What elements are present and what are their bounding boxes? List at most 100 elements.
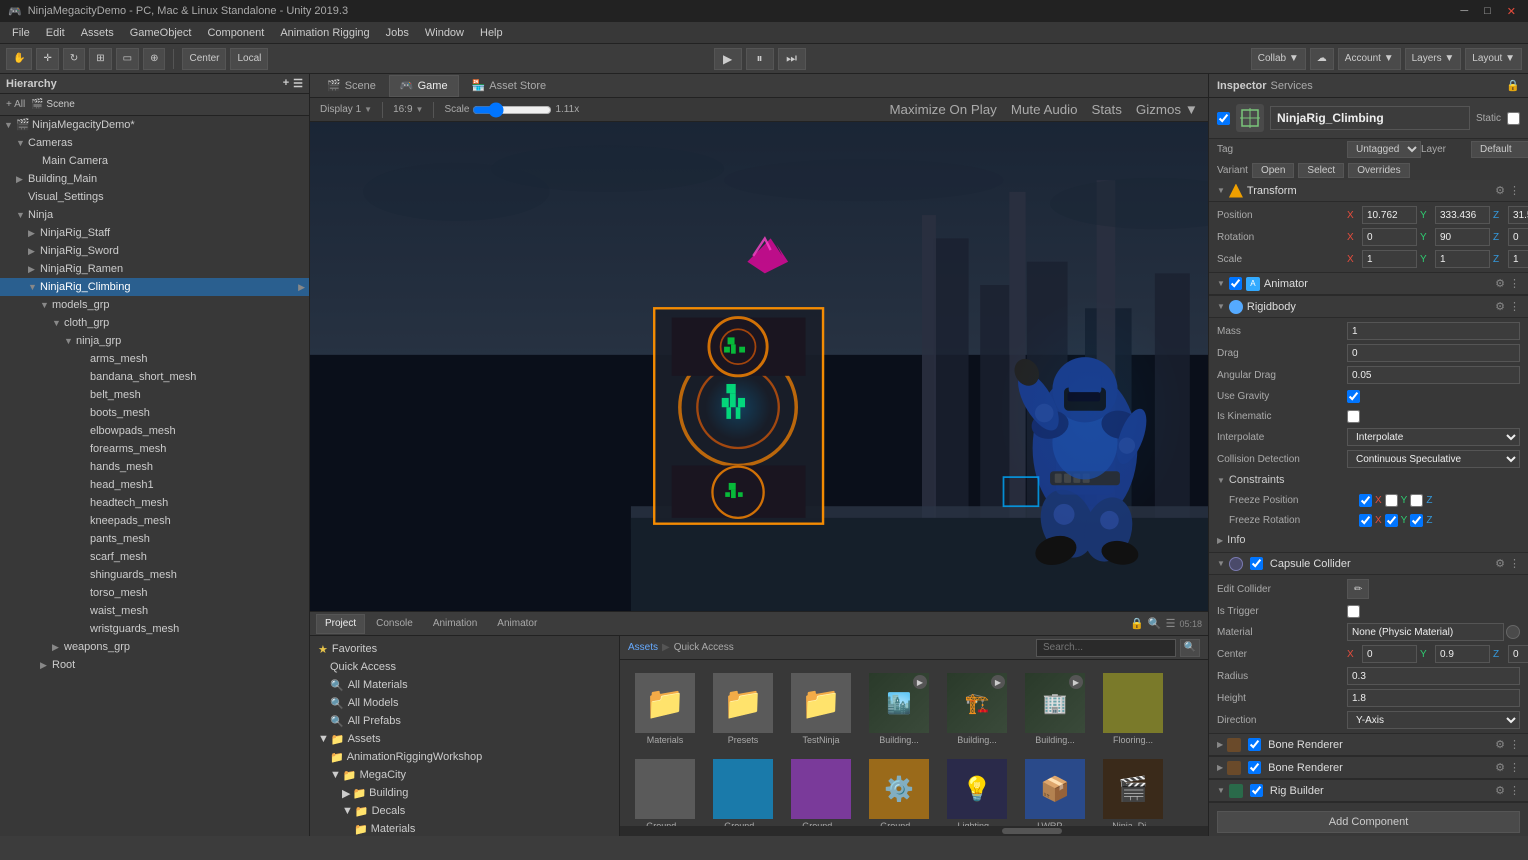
space-button[interactable]: Local [230,48,268,70]
animator-more[interactable]: ⋮ [1509,277,1520,290]
asset-item-materials[interactable]: 📁 Materials [628,668,702,750]
asset-tree[interactable]: ★ Favorites Quick Access 🔍 All Materials… [310,636,620,836]
decals-arrow[interactable]: ▼ [342,805,353,817]
rot-y-field[interactable] [1435,228,1490,246]
building-item[interactable]: ▶ 📁 Building [314,784,615,802]
maximize-button[interactable]: □ [1480,5,1495,18]
menu-item-file[interactable]: File [4,25,38,41]
tab-console[interactable]: Console [367,614,422,634]
hier-item-visual[interactable]: ▶ Visual_Settings [0,188,309,206]
is-trigger-checkbox[interactable] [1347,605,1360,618]
rigidbody-more[interactable]: ⋮ [1509,300,1520,313]
hier-item-staff[interactable]: ▶ NinjaRig_Staff [0,224,309,242]
hier-item-forearms[interactable]: ▶ forearms_mesh [0,440,309,458]
quick-access-item[interactable]: Quick Access [314,658,615,676]
hier-item-scarf[interactable]: ▶ scarf_mesh [0,548,309,566]
menu-item-help[interactable]: Help [472,25,511,41]
tab-project[interactable]: Project [316,614,365,634]
hier-item-climbing[interactable]: ▼ NinjaRig_Climbing ▶ [0,278,309,296]
pos-x-field[interactable] [1362,206,1417,224]
rot-x-field[interactable] [1362,228,1417,246]
hier-item-belt[interactable]: ▶ belt_mesh [0,386,309,404]
freeze-rot-x[interactable] [1359,514,1372,527]
radius-field[interactable] [1347,667,1520,685]
assets-crumb[interactable]: Assets [628,642,658,653]
menu-item-edit[interactable]: Edit [38,25,73,41]
play-button[interactable]: ▶ [714,48,742,70]
hand-tool[interactable]: ✋ [6,48,32,70]
hierarchy-menu-button[interactable]: ☰ [293,77,303,90]
hier-item-ninja-grp[interactable]: ▼ ninja_grp [0,332,309,350]
transform-settings-icon[interactable]: ⚙ [1495,184,1505,197]
materials-item[interactable]: 📁 Materials [314,820,615,836]
hier-item-kneepads[interactable]: ▶ kneepads_mesh [0,512,309,530]
collab-button[interactable]: Collab ▼ [1251,48,1306,70]
assets-header[interactable]: ▼ 📁 Assets [314,730,615,748]
rig-builder-settings[interactable]: ⚙ [1495,784,1505,797]
inspector-lock-icon[interactable]: 🔒 [1506,79,1520,92]
is-kinematic-checkbox[interactable] [1347,410,1360,423]
stats-button[interactable]: Stats [1088,100,1126,119]
hier-item-root[interactable]: ▶ Root [0,656,309,674]
inspector-tab-label[interactable]: Inspector [1217,80,1267,92]
search-icon[interactable]: 🔍 [1148,617,1162,630]
hier-arrow-scene[interactable]: ▼ [4,120,16,130]
freeze-pos-y[interactable] [1385,494,1398,507]
hier-arrow-cameras[interactable]: ▼ [16,138,28,148]
collision-dropdown[interactable]: Continuous Speculative [1347,450,1520,468]
mass-field[interactable] [1347,322,1520,340]
hier-item-shinguards[interactable]: ▶ shinguards_mesh [0,566,309,584]
layers-button[interactable]: Layers ▼ [1405,48,1462,70]
hierarchy-add-button[interactable]: + [283,77,289,90]
transform-header[interactable]: ▼ Transform ⚙ ⋮ [1209,180,1528,202]
capsule-enable[interactable] [1250,557,1263,570]
asset-item-ninja-di[interactable]: 🎬 Ninja_Di... [1096,754,1170,826]
hier-item-building-main[interactable]: ▶ Building_Main [0,170,309,188]
hierarchy-scene-tab[interactable]: 🎬 Scene [31,99,75,110]
pos-z-field[interactable] [1508,206,1528,224]
menu-item-window[interactable]: Window [417,25,472,41]
active-checkbox[interactable] [1217,112,1230,125]
hier-arrow-staff[interactable]: ▶ [28,228,40,239]
quick-access-crumb[interactable]: Quick Access [674,642,734,653]
hier-item-elbowpads[interactable]: ▶ elbowpads_mesh [0,422,309,440]
filter-icon[interactable]: ☰ [1166,617,1176,630]
search-input[interactable] [1036,639,1176,657]
asset-item-ground2[interactable]: Ground... [706,754,780,826]
menu-item-animation-rigging[interactable]: Animation Rigging [272,25,377,41]
minimize-button[interactable]: ─ [1456,5,1472,18]
hier-item-arms[interactable]: ▶ arms_mesh [0,350,309,368]
bone-renderer-2-header[interactable]: ▶ Bone Renderer ⚙ ⋮ [1209,757,1528,779]
tab-asset-store[interactable]: 🏪 Asset Store [461,75,558,97]
hier-item-hands[interactable]: ▶ hands_mesh [0,458,309,476]
br2-more[interactable]: ⋮ [1509,761,1520,774]
close-button[interactable]: ✕ [1503,5,1520,18]
tab-game[interactable]: 🎮 Game [389,75,459,97]
scale-slider[interactable] [472,102,552,118]
transform-more-icon[interactable]: ⋮ [1509,184,1520,197]
edit-collider-button[interactable]: ✏ [1347,579,1369,599]
hier-arrow-ninja[interactable]: ▼ [16,210,28,220]
step-button[interactable]: ⏭ [778,48,806,70]
asset-item-testninja[interactable]: 📁 TestNinja [784,668,858,750]
object-name-input[interactable] [1270,106,1470,130]
asset-item-flooring[interactable]: Flooring... [1096,668,1170,750]
hier-arrow-ninja-grp[interactable]: ▼ [64,336,76,346]
animator-settings[interactable]: ⚙ [1495,277,1505,290]
animator-header[interactable]: ▼ A Animator ⚙ ⋮ [1209,273,1528,295]
rigidbody-settings[interactable]: ⚙ [1495,300,1505,313]
rig-builder-more[interactable]: ⋮ [1509,784,1520,797]
hier-item-head[interactable]: ▶ head_mesh1 [0,476,309,494]
menu-item-jobs[interactable]: Jobs [378,25,417,41]
hier-item-bandana[interactable]: ▶ bandana_short_mesh [0,368,309,386]
hier-arrow-weapons[interactable]: ▶ [52,642,64,653]
rot-z-field[interactable] [1508,228,1528,246]
layer-dropdown[interactable]: Default [1471,141,1528,158]
hier-item-ramen[interactable]: ▶ NinjaRig_Ramen [0,260,309,278]
br1-settings[interactable]: ⚙ [1495,738,1505,751]
select-button[interactable]: Select [1298,163,1344,178]
freeze-rot-y[interactable] [1385,514,1398,527]
search-button[interactable]: 🔍 [1180,639,1200,657]
interpolate-dropdown[interactable]: Interpolate [1347,428,1520,446]
menu-item-assets[interactable]: Assets [73,25,122,41]
